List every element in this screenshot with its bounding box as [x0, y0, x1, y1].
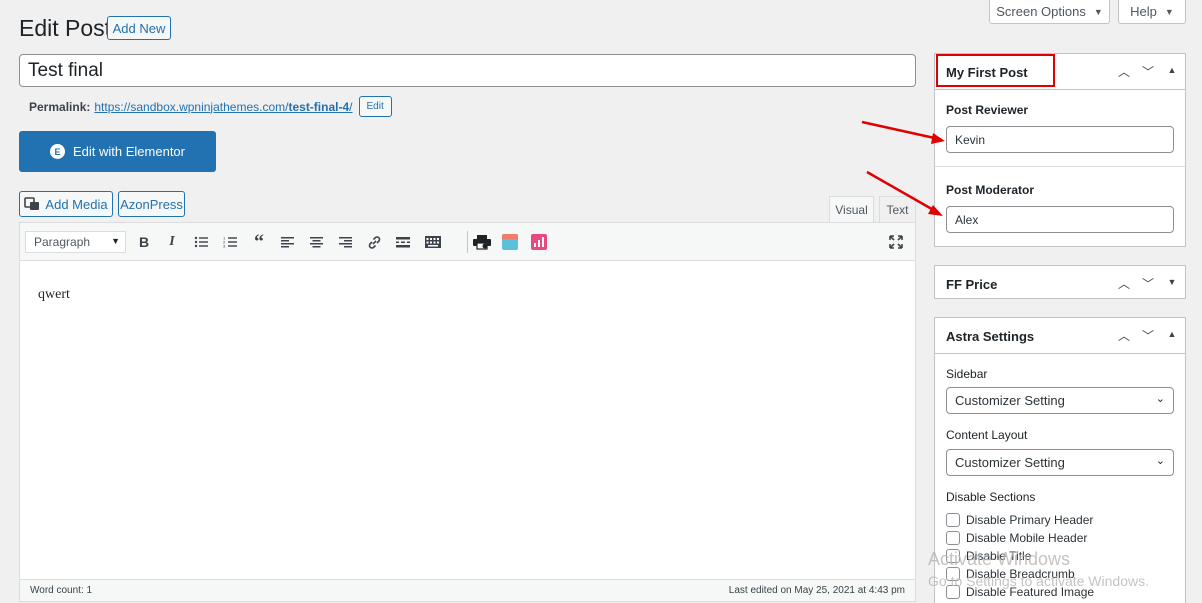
align-left-icon[interactable] — [277, 233, 297, 251]
content-layout-label: Content Layout — [946, 428, 1028, 442]
format-select[interactable]: Paragraph ▼ — [25, 231, 126, 253]
box-title: My First Post — [946, 65, 1028, 80]
box-header: My First Post ︿ ﹀ ▲ — [935, 54, 1185, 90]
box-controls: ︿ ﹀ ▲ — [1117, 63, 1179, 80]
permalink-edit-button[interactable]: Edit — [358, 96, 392, 117]
checkbox-label: Disable Mobile Header — [966, 531, 1088, 545]
caret-down-icon: ▼ — [1093, 6, 1103, 17]
numbered-list-icon[interactable]: 123 — [220, 233, 240, 251]
arrow-to-moderator — [866, 170, 938, 214]
arrowhead — [928, 205, 943, 216]
add-new-button[interactable]: Add New — [107, 16, 171, 40]
post-moderator-label: Post Moderator — [946, 183, 1035, 197]
permalink-link[interactable]: https://sandbox.wpninjathemes.com/test-f… — [94, 100, 352, 114]
expand-icon[interactable]: ▼ — [1165, 275, 1179, 292]
disable-primary-header-checkbox[interactable]: Disable Primary Header — [946, 513, 1093, 527]
box-header: Astra Settings ︿ ﹀ ▲ — [935, 318, 1185, 354]
content-layout-value: Customizer Setting — [955, 455, 1065, 470]
editor-status-bar: Word count: 1 Last edited on May 25, 202… — [20, 579, 915, 601]
chart-icon[interactable] — [529, 233, 549, 251]
add-media-label: Add Media — [45, 196, 108, 212]
edit-with-elementor-label: Edit with Elementor — [73, 144, 185, 159]
bold-icon[interactable]: B — [134, 233, 154, 251]
move-up-icon[interactable]: ︿ — [1117, 275, 1131, 292]
checkbox[interactable] — [946, 531, 960, 545]
page-title: Edit Post — [19, 15, 112, 41]
svg-text:3: 3 — [223, 244, 226, 249]
disable-mobile-header-checkbox[interactable]: Disable Mobile Header — [946, 531, 1087, 545]
fullscreen-icon[interactable] — [886, 233, 906, 251]
post-reviewer-label: Post Reviewer — [946, 103, 1029, 117]
screen-options-label: Screen Options — [996, 4, 1086, 19]
move-down-icon[interactable]: ﹀ — [1141, 327, 1155, 344]
ff-price-box: FF Price ︿ ﹀ ▼ — [934, 265, 1186, 299]
collapse-icon[interactable]: ▲ — [1165, 327, 1179, 344]
box-title: Astra Settings — [946, 329, 1035, 344]
last-edited: Last edited on May 25, 2021 at 4:43 pm — [728, 585, 905, 596]
content-layout-select[interactable]: Customizer Setting ⌄ — [946, 449, 1174, 476]
box-header: FF Price ︿ ﹀ ▼ — [935, 266, 1185, 302]
annotation-arrows — [861, 120, 945, 216]
post-editor[interactable]: Paragraph ▼ B I 123 “ qwert Word count: … — [19, 222, 916, 602]
azonpress-button[interactable]: AzonPress — [118, 191, 185, 217]
help-label: Help — [1130, 4, 1157, 19]
move-down-icon[interactable]: ﹀ — [1141, 275, 1155, 292]
permalink-base: https://sandbox.wpninjathemes.com/ — [94, 99, 289, 114]
move-down-icon[interactable]: ﹀ — [1141, 63, 1155, 80]
toolbar-divider — [467, 231, 468, 253]
permalink-slug: test-final-4 — [288, 99, 350, 114]
permalink-label: Permalink: — [29, 99, 91, 114]
editor-content[interactable]: qwert — [38, 287, 70, 303]
move-up-icon[interactable]: ︿ — [1117, 63, 1131, 80]
word-count: Word count: 1 — [30, 585, 93, 596]
elementor-icon: E — [50, 144, 65, 159]
caret-down-icon: ▼ — [1164, 6, 1174, 17]
arrow-to-reviewer — [861, 120, 940, 141]
chevron-down-icon: ⌄ — [1155, 393, 1165, 405]
post-reviewer-input[interactable]: Kevin — [946, 126, 1174, 153]
table-icon[interactable] — [500, 233, 520, 251]
sidebar-setting-value: Customizer Setting — [955, 393, 1065, 408]
post-moderator-input[interactable]: Alex — [946, 206, 1174, 233]
box-controls: ︿ ﹀ ▼ — [1117, 275, 1179, 292]
editor-toolbar: Paragraph ▼ B I 123 “ — [20, 223, 915, 261]
printer-icon[interactable] — [472, 233, 492, 251]
align-center-icon[interactable] — [306, 233, 326, 251]
read-more-icon[interactable] — [393, 233, 413, 251]
sidebar-setting-select[interactable]: Customizer Setting ⌄ — [946, 387, 1174, 414]
box-controls: ︿ ﹀ ▲ — [1117, 327, 1179, 344]
watermark-subtitle: Go to Settings to activate Windows. — [928, 573, 1149, 589]
checkbox[interactable] — [946, 513, 960, 527]
post-title-input[interactable]: Test final — [19, 54, 916, 87]
arrowhead — [931, 133, 945, 144]
watermark-title: Activate Windows — [928, 549, 1071, 569]
permalink: Permalink: https://sandbox.wpninjathemes… — [29, 96, 392, 117]
add-media-button[interactable]: Add Media — [19, 191, 113, 217]
edit-with-elementor-button[interactable]: E Edit with Elementor — [19, 131, 216, 172]
divider — [935, 166, 1185, 167]
bullet-list-icon[interactable] — [191, 233, 211, 251]
chevron-down-icon: ⌄ — [1155, 455, 1165, 467]
toolbar-toggle-icon[interactable] — [423, 233, 443, 251]
media-icon — [24, 197, 40, 210]
italic-icon[interactable]: I — [162, 233, 182, 251]
link-icon[interactable] — [364, 233, 384, 251]
my-first-post-box: My First Post ︿ ﹀ ▲ Post Reviewer Kevin … — [934, 53, 1186, 247]
collapse-icon[interactable]: ▲ — [1165, 63, 1179, 80]
disable-sections-label: Disable Sections — [946, 490, 1036, 504]
sidebar-setting-label: Sidebar — [946, 367, 988, 381]
move-up-icon[interactable]: ︿ — [1117, 327, 1131, 344]
box-title: FF Price — [946, 277, 998, 292]
permalink-trail: / — [349, 99, 353, 114]
align-right-icon[interactable] — [335, 233, 355, 251]
screen-options-tab[interactable]: Screen Options ▼ — [989, 0, 1110, 24]
chevron-down-icon: ▼ — [111, 236, 120, 246]
help-tab[interactable]: Help ▼ — [1118, 0, 1186, 24]
format-select-value: Paragraph — [34, 235, 91, 249]
blockquote-icon[interactable]: “ — [249, 231, 269, 253]
checkbox-label: Disable Primary Header — [966, 513, 1094, 527]
